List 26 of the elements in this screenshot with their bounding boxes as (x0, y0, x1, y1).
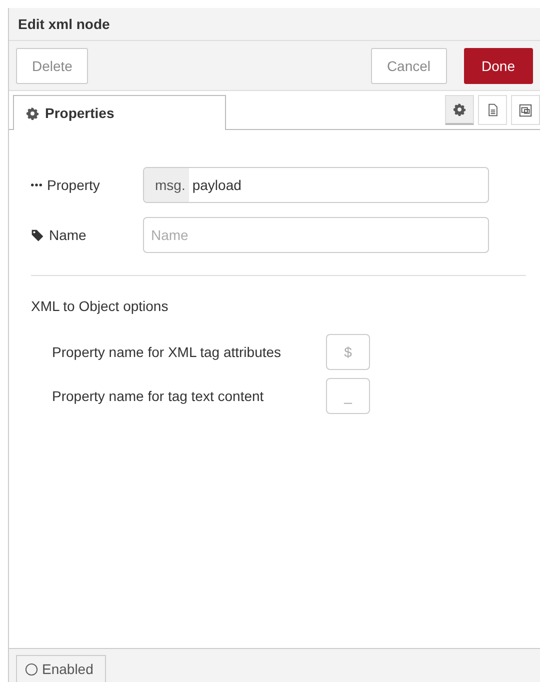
section-title: XML to Object options (31, 298, 170, 314)
gear-icon (26, 106, 39, 120)
tag-icon (31, 228, 44, 242)
option-field[interactable]: $ (326, 334, 370, 370)
ellipsis-icon (31, 183, 42, 187)
field-label: Name (49, 227, 86, 243)
type-selector[interactable]: msg. (144, 168, 190, 202)
frame-icon (518, 102, 533, 118)
name-field[interactable]: Name (143, 217, 489, 253)
frame-tab[interactable] (511, 95, 540, 125)
enabled-toggle[interactable]: Enabled (16, 655, 106, 682)
document-icon (486, 103, 500, 117)
done-button[interactable]: Done (464, 48, 533, 84)
delete-button[interactable]: Delete (16, 48, 88, 84)
option-field[interactable]: _ (326, 378, 370, 414)
field-label: Property (47, 177, 100, 193)
property-field[interactable]: msg. payload (143, 167, 489, 203)
option-label: Property name for XML tag attributes (52, 344, 282, 360)
document-tab[interactable] (478, 95, 507, 125)
settings-tab[interactable] (445, 95, 474, 125)
circle-icon (25, 662, 38, 676)
option-label: Property name for tag text content (52, 388, 265, 404)
dialog-title: Edit xml node (18, 16, 110, 32)
cancel-button[interactable]: Cancel (370, 48, 447, 84)
properties-tab[interactable]: Properties (13, 95, 226, 130)
gear-icon (453, 103, 466, 116)
